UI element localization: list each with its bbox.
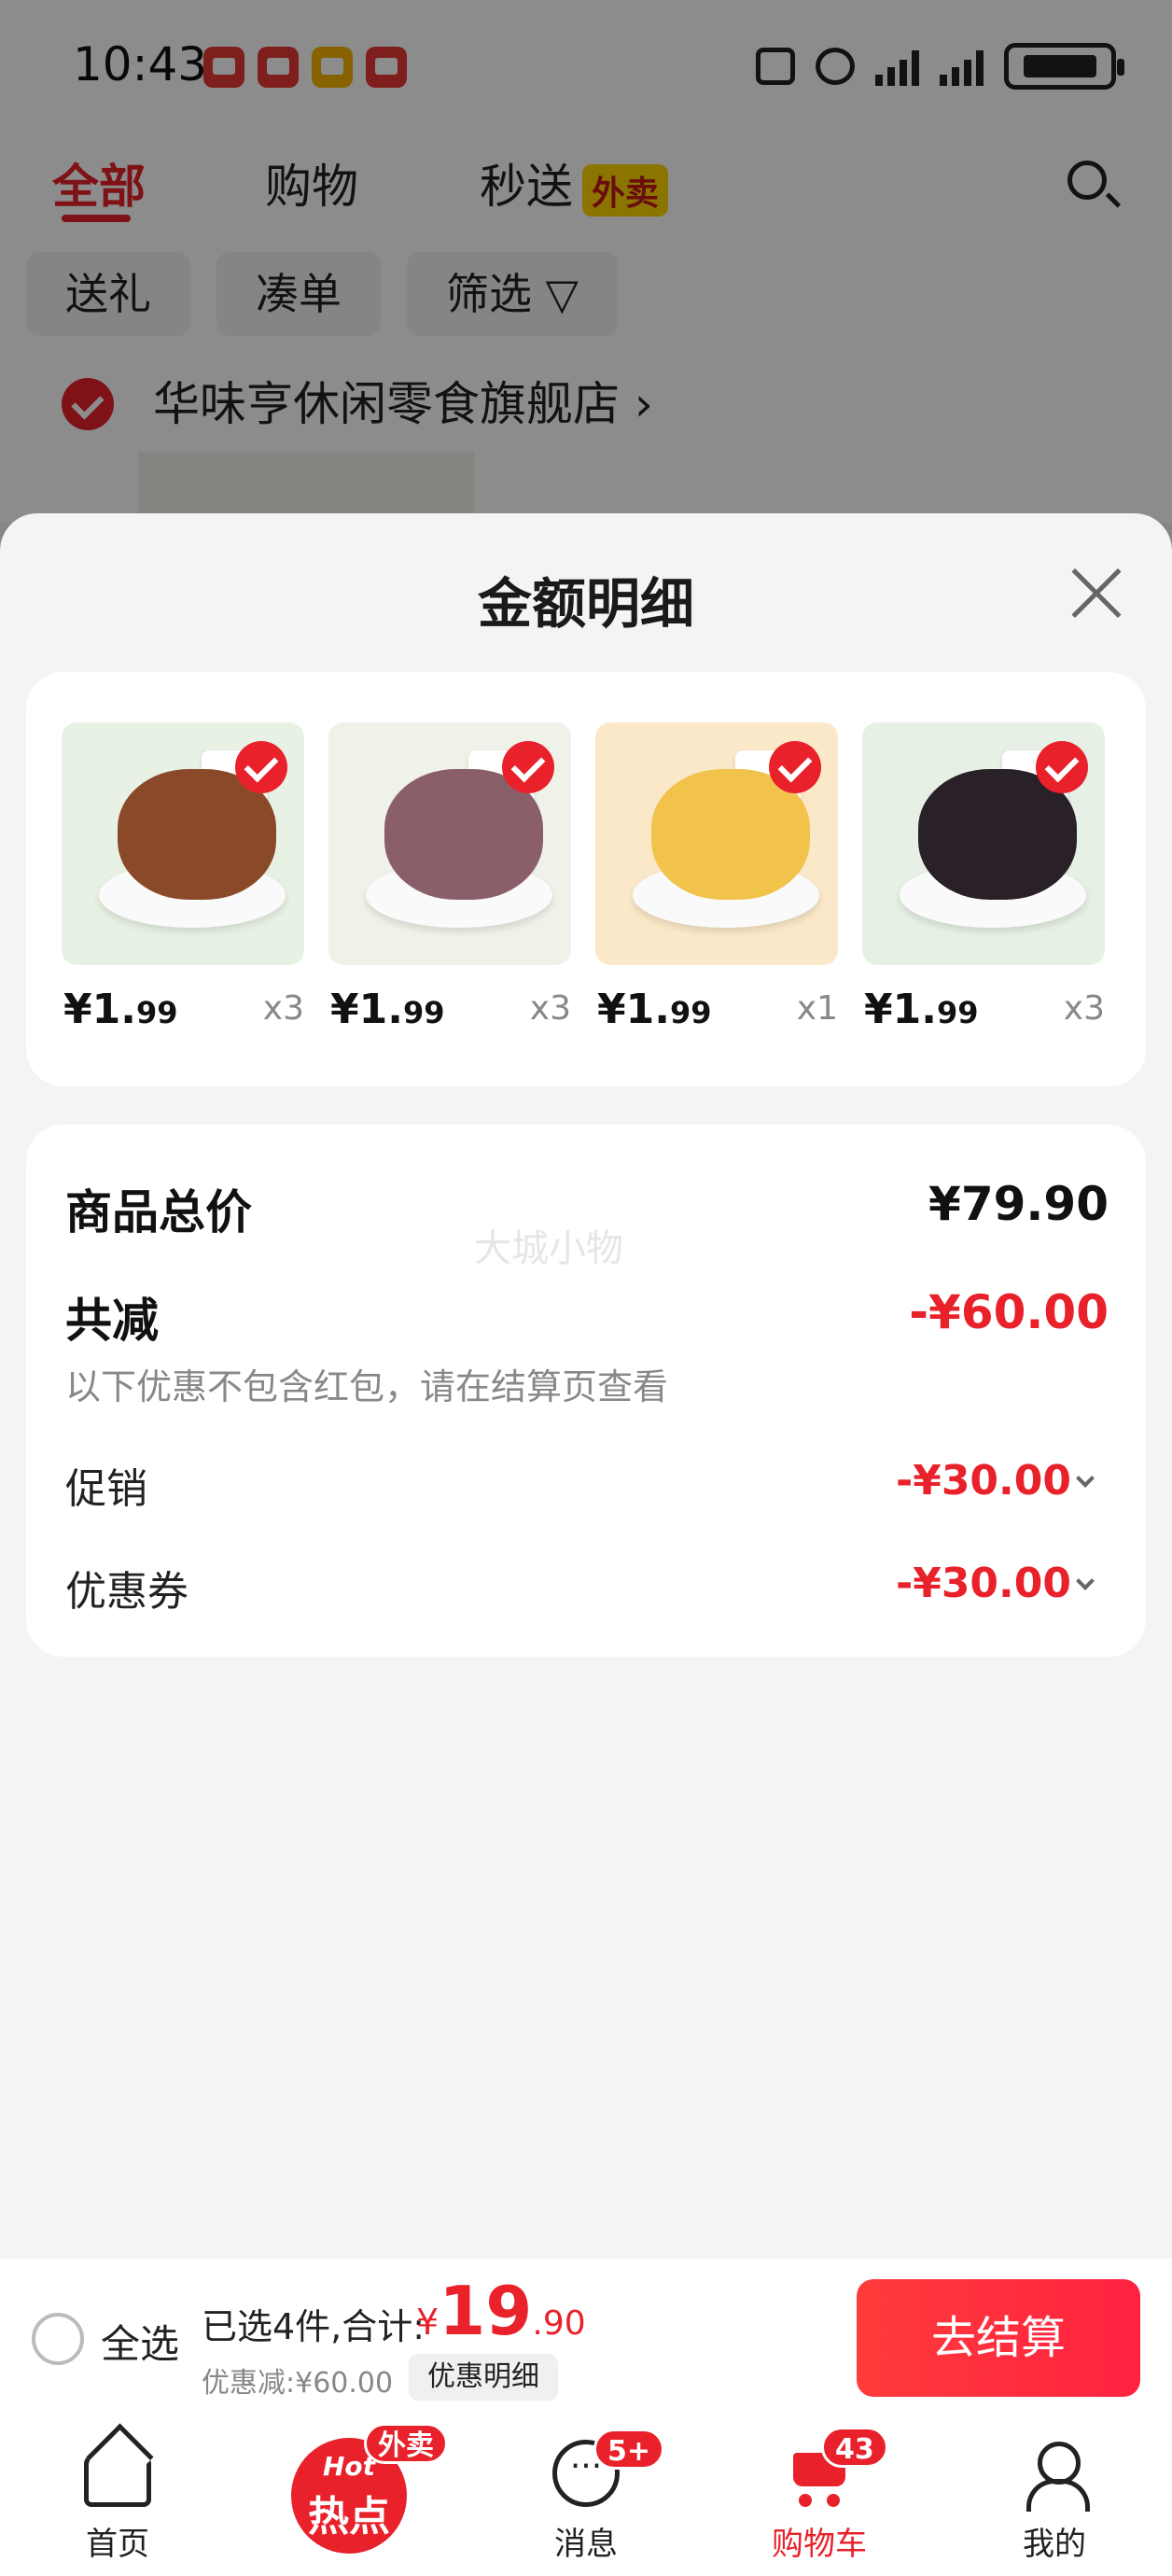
nav-home-label: 首页 xyxy=(86,2526,149,2563)
nav-profile-label: 我的 xyxy=(1023,2526,1086,2563)
product-price: ¥1.99 xyxy=(864,986,979,1033)
discount-total-value: -¥60.00 xyxy=(909,1285,1109,1339)
select-all-label[interactable]: 全选 xyxy=(101,2313,179,2370)
discount-note: 以下优惠不包含红包，请在结算页查看 xyxy=(65,1366,669,1407)
product-price: ¥1.99 xyxy=(330,986,445,1033)
nav-messages-label: 消息 xyxy=(554,2526,618,2563)
total-price-value: ¥79.90 xyxy=(928,1177,1109,1231)
product-image xyxy=(62,722,304,965)
checkout-bar: 全选 已选4件,合计: ¥19.90 优惠减:¥60.00 优惠明细 去结算 xyxy=(0,2259,1172,2417)
product-image xyxy=(595,722,838,965)
selected-count-text: 已选4件,合计: xyxy=(202,2306,426,2347)
promotion-label: 促销 xyxy=(65,1465,147,1513)
home-icon xyxy=(84,2455,151,2507)
product-image xyxy=(328,722,571,965)
nav-home[interactable]: 首页 xyxy=(24,2417,211,2576)
discount-total-label: 共减 xyxy=(65,1294,159,1348)
checkout-button[interactable]: 去结算 xyxy=(857,2279,1140,2397)
close-icon[interactable] xyxy=(1064,566,1122,622)
coupon-label: 优惠券 xyxy=(65,1568,188,1616)
promotion-value: -¥30.00 xyxy=(895,1457,1071,1505)
nav-cart-label: 购物车 xyxy=(772,2526,867,2563)
total-price-label: 商品总价 xyxy=(65,1185,252,1239)
takeaway-badge: 外卖 xyxy=(364,2423,448,2464)
selected-check-icon[interactable] xyxy=(1036,741,1088,793)
products-card: ¥1.99 x3 ¥1.99 x3 ¥1.99 x1 ¥1.99 x3 xyxy=(26,672,1146,1086)
bottom-nav: 首页 Hot 热点 外卖 消息 5+ 购物车 43 我的 xyxy=(0,2417,1172,2576)
product-item[interactable]: ¥1.99 x3 xyxy=(862,722,1105,1033)
cart-badge: 43 xyxy=(821,2427,888,2468)
product-item[interactable]: ¥1.99 x3 xyxy=(328,722,571,1033)
messages-badge: 5+ xyxy=(593,2429,665,2470)
product-quantity: x3 xyxy=(1063,989,1105,1028)
product-quantity: x1 xyxy=(796,989,838,1028)
product-price: ¥1.99 xyxy=(597,986,712,1033)
coupon-value: -¥30.00 xyxy=(895,1560,1071,1607)
product-image xyxy=(862,722,1105,965)
product-item[interactable]: ¥1.99 x3 xyxy=(62,722,304,1033)
discount-amount-text: 优惠减:¥60.00 xyxy=(202,2367,394,2400)
selected-check-icon[interactable] xyxy=(502,741,554,793)
chevron-down-icon xyxy=(1076,1572,1095,1590)
product-quantity: x3 xyxy=(262,989,304,1028)
total-amount: ¥19.90 xyxy=(416,2272,586,2350)
price-summary-card: 大城小物 商品总价 ¥79.90 共减 -¥60.00 以下优惠不包含红包，请在… xyxy=(26,1125,1146,1657)
select-all-radio[interactable] xyxy=(32,2313,84,2365)
selected-check-icon[interactable] xyxy=(235,741,287,793)
chevron-down-icon xyxy=(1076,1469,1095,1488)
product-item[interactable]: ¥1.99 x1 xyxy=(595,722,838,1033)
amount-details-sheet: 金额明细 ¥1.99 x3 ¥1.99 x3 ¥1.99 x1 ¥1.99 x3… xyxy=(0,513,1172,2259)
selected-check-icon[interactable] xyxy=(769,741,821,793)
nav-profile[interactable]: 我的 xyxy=(961,2417,1148,2576)
discount-detail-button[interactable]: 优惠明细 xyxy=(409,2354,558,2401)
product-price: ¥1.99 xyxy=(63,986,178,1033)
sheet-title: 金额明细 xyxy=(477,572,694,636)
product-quantity: x3 xyxy=(529,989,571,1028)
profile-icon xyxy=(1021,2440,1090,2512)
watermark: 大城小物 xyxy=(474,1227,623,1270)
